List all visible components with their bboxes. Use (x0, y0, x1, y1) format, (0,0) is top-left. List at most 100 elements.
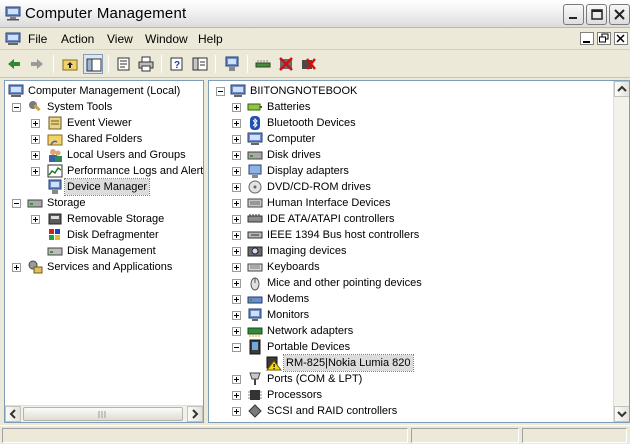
scan-hardware-button[interactable] (222, 54, 242, 74)
scroll-up-button[interactable] (614, 81, 629, 97)
expand-icon[interactable] (232, 311, 241, 320)
title-bar[interactable]: Computer Management (0, 0, 630, 28)
show-hide-tree-icon (86, 58, 102, 72)
status-cell (2, 428, 408, 443)
right-pane-vertical-scrollbar[interactable] (613, 81, 629, 422)
scroll-left-button[interactable] (5, 406, 21, 422)
expand-icon[interactable] (232, 295, 241, 304)
device-category-label: Batteries (267, 101, 311, 113)
tree-root-label: Computer Management (Local) (28, 85, 181, 97)
tree-item-label: System Tools (47, 101, 113, 113)
mdi-close-button[interactable] (614, 32, 628, 45)
menu-view[interactable]: View (107, 32, 133, 46)
up-one-level-button[interactable] (60, 54, 80, 74)
scroll-down-button[interactable] (614, 406, 629, 422)
device-category-label: Network adapters (267, 325, 354, 337)
device-category-label: Portable Devices (267, 341, 351, 353)
maximize-button[interactable] (586, 4, 607, 25)
back-button[interactable] (4, 54, 24, 74)
device-category-label: Human Interface Devices (267, 197, 391, 209)
expand-icon[interactable] (232, 247, 241, 256)
expand-icon[interactable] (12, 263, 21, 272)
device-tree-pane[interactable]: BIITONGNOTEBOOK Batteries Bluetooth Devic… (208, 80, 630, 423)
expand-icon[interactable] (232, 199, 241, 208)
computer-name-label: BIITONGNOTEBOOK (250, 85, 358, 97)
back-arrow-icon (8, 59, 20, 69)
expand-icon[interactable] (232, 327, 241, 336)
tree-item-label: Storage (47, 197, 86, 209)
removable-storage-icon (48, 213, 62, 225)
expand-icon[interactable] (31, 135, 40, 144)
properties-button[interactable] (114, 54, 134, 74)
tree-item-label: Device Manager (63, 178, 151, 196)
status-bar (0, 425, 630, 444)
device-category-label: Modems (267, 293, 310, 305)
expand-icon[interactable] (232, 391, 241, 400)
mdi-minimize-button[interactable] (580, 32, 594, 45)
expand-icon[interactable] (232, 231, 241, 240)
expand-icon[interactable] (232, 119, 241, 128)
expand-icon[interactable] (232, 151, 241, 160)
scrollbar-thumb[interactable] (23, 407, 183, 421)
expand-icon[interactable] (31, 167, 40, 176)
update-driver-button[interactable] (253, 54, 273, 74)
computer-management-window: Computer Management File Action View Win… (0, 0, 630, 444)
disk-defragmenter-icon (49, 229, 60, 240)
tree-item-label: Removable Storage (67, 213, 165, 225)
menu-help[interactable]: Help (198, 32, 223, 46)
expand-icon[interactable] (31, 215, 40, 224)
svg-text:?: ? (174, 60, 180, 71)
disable-device-icon (279, 57, 293, 71)
device-category-label: Disk drives (267, 149, 321, 161)
expand-icon[interactable] (232, 167, 241, 176)
expand-icon[interactable] (31, 151, 40, 160)
expand-icon[interactable] (232, 215, 241, 224)
close-button[interactable] (609, 4, 630, 25)
collapse-icon[interactable] (232, 343, 241, 352)
left-pane-horizontal-scrollbar[interactable] (5, 405, 203, 422)
expand-icon[interactable] (232, 103, 241, 112)
print-button[interactable] (136, 54, 156, 74)
toolbar-separator (161, 55, 162, 73)
event-viewer-icon (48, 116, 62, 130)
chevron-right-icon (192, 409, 199, 419)
maximize-icon (591, 9, 603, 20)
export-list-button[interactable] (190, 54, 210, 74)
show-hide-tree-button[interactable] (83, 54, 103, 74)
expand-icon[interactable] (232, 135, 241, 144)
collapse-icon[interactable] (12, 199, 21, 208)
forward-button[interactable] (27, 54, 47, 74)
print-icon (138, 56, 154, 72)
collapse-icon[interactable] (12, 103, 21, 112)
mmc-console-icon[interactable] (5, 31, 21, 47)
disable-device-button[interactable] (276, 54, 296, 74)
expand-icon[interactable] (232, 263, 241, 272)
scroll-right-button[interactable] (187, 406, 203, 422)
tree-item-label: Shared Folders (67, 133, 143, 145)
collapse-icon[interactable] (216, 87, 225, 96)
battery-icon (247, 103, 262, 111)
menu-window[interactable]: Window (145, 32, 188, 46)
shared-folder-icon (47, 134, 63, 146)
expand-icon[interactable] (31, 119, 40, 128)
mdi-restore-button[interactable] (597, 32, 611, 45)
help-button[interactable]: ? (167, 54, 187, 74)
expand-icon[interactable] (232, 375, 241, 384)
uninstall-device-button[interactable] (299, 54, 319, 74)
toolbar-separator (215, 55, 216, 73)
expand-icon[interactable] (232, 183, 241, 192)
keyboard-icon (247, 263, 263, 272)
update-driver-icon (255, 60, 271, 68)
menu-action[interactable]: Action (61, 32, 94, 46)
warning-device-icon (266, 356, 282, 371)
console-tree-pane[interactable]: Computer Management (Local) System Tools… (4, 80, 204, 423)
processor-icon (248, 390, 262, 400)
expand-icon[interactable] (232, 279, 241, 288)
device-item-label: RM-825|Nokia Lumia 820 (283, 354, 414, 372)
expand-icon[interactable] (232, 407, 241, 416)
menu-file[interactable]: File (28, 32, 47, 46)
help-icon: ? (170, 57, 183, 71)
uninstall-device-icon (302, 58, 316, 70)
toolbar: ? (0, 51, 630, 78)
minimize-button[interactable] (563, 4, 584, 25)
